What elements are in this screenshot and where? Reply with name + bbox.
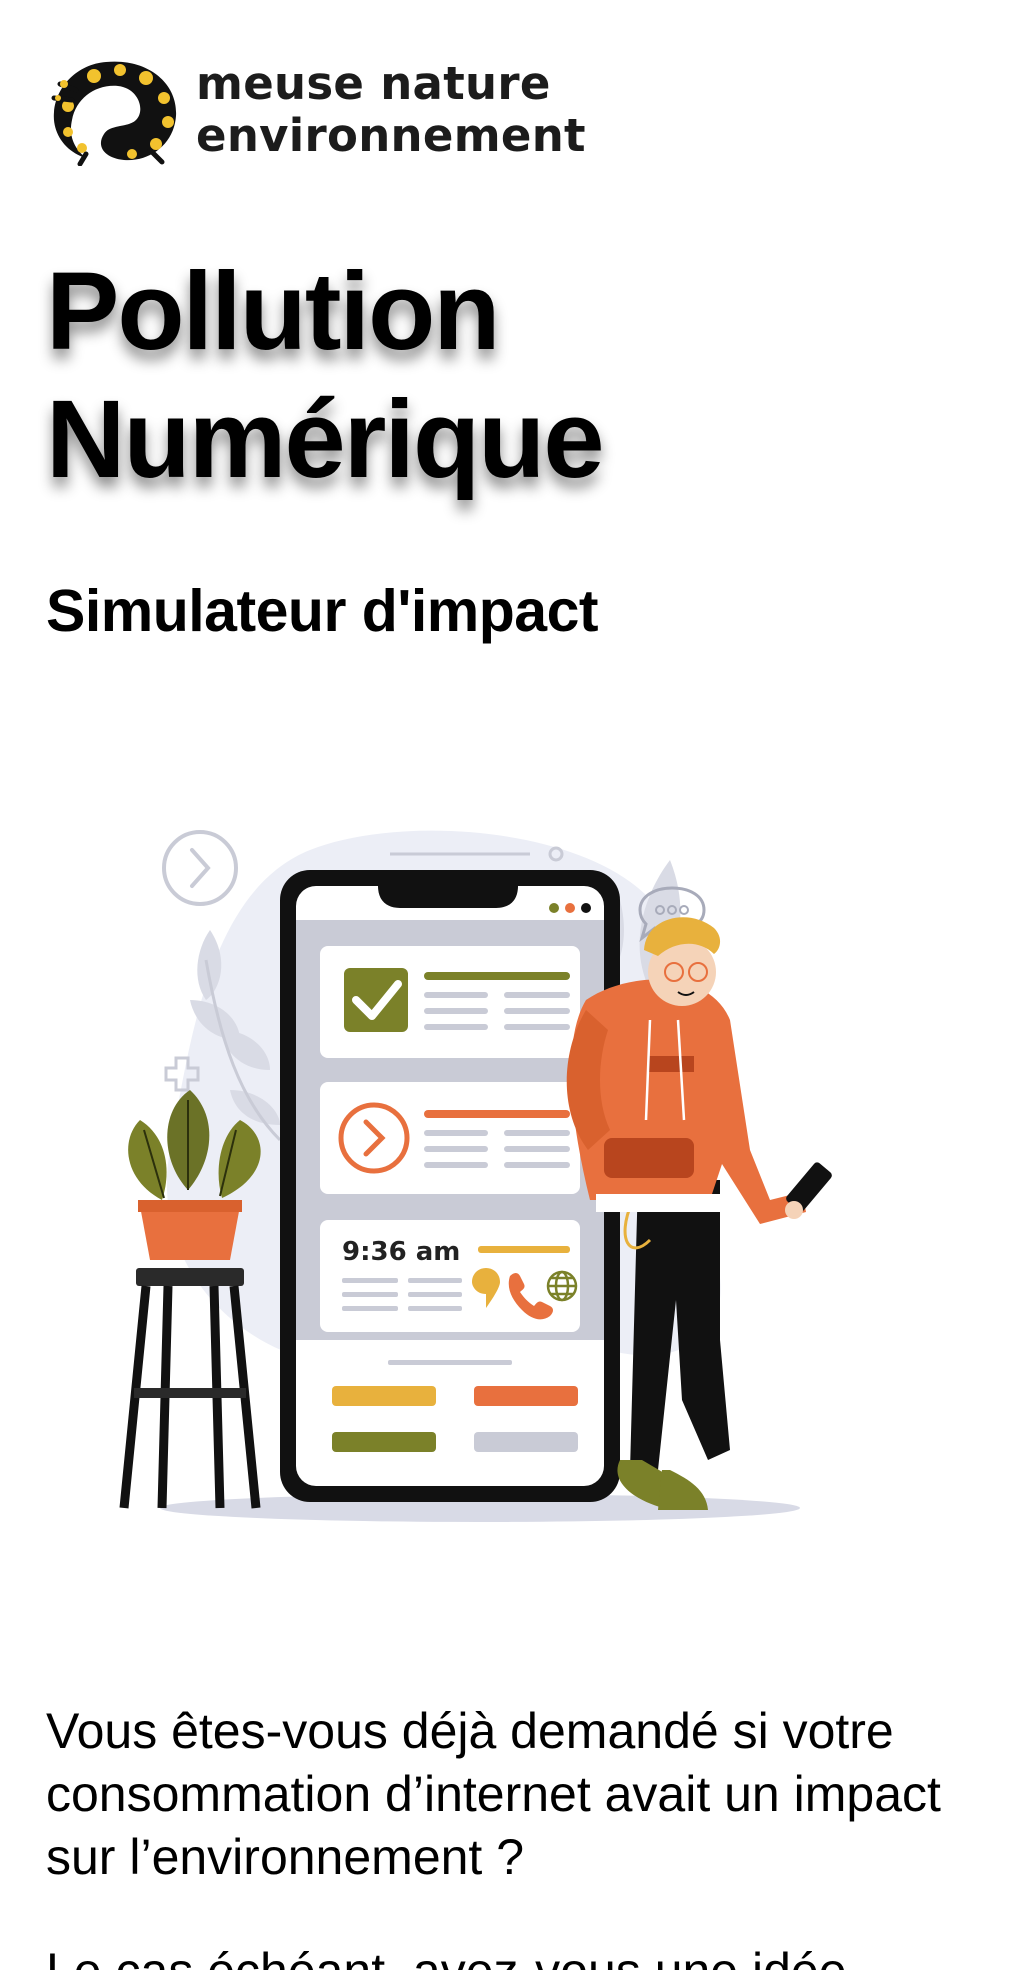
logo-text-line2: environnement [196, 109, 586, 162]
next-paragraph: Le cas échéant, avez-vous une idée [46, 1940, 1006, 1970]
phone-time-label: 9:36 am [342, 1237, 460, 1267]
page-title-line1: Pollution [46, 250, 500, 373]
site-logo[interactable]: meuse nature environnement [46, 54, 586, 166]
hero-illustration: 9:36 am [119, 830, 832, 1522]
page-subtitle: Simulateur d'impact [46, 578, 599, 644]
salamander-icon [51, 61, 177, 166]
page-title: Pollution Numérique [46, 248, 605, 504]
page-title-line2: Numérique [46, 378, 605, 501]
intro-paragraph: Vous êtes-vous déjà demandé si votre con… [46, 1703, 941, 1885]
phone-illustration: 9:36 am [280, 870, 620, 1502]
arrow-circle-icon [162, 830, 238, 906]
logo-text-line1: meuse nature [196, 57, 551, 110]
